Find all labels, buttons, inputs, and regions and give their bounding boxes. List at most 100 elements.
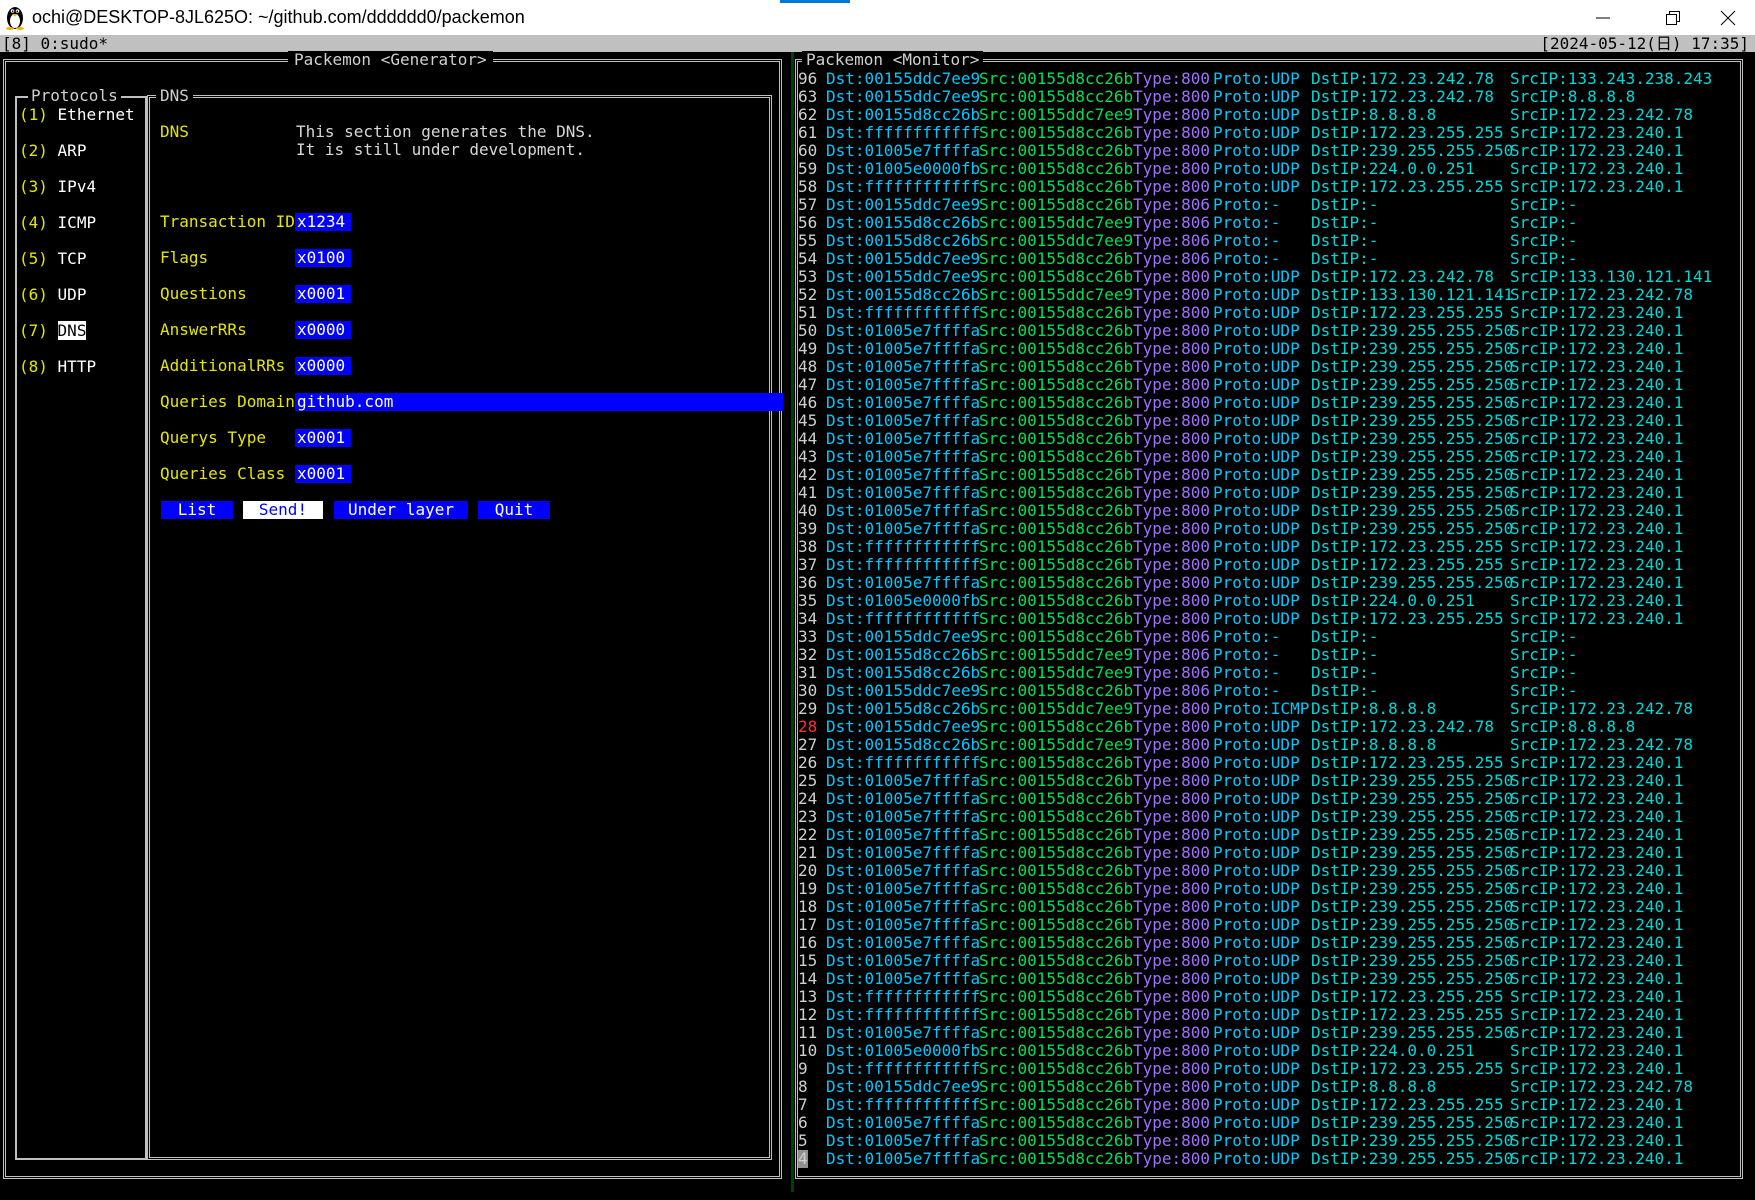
protocol-item-arp[interactable]: (2) ARP [19, 142, 86, 160]
packet-row[interactable]: 36 Dst:01005e7ffffa Src:00155d8cc26b Type:8… [798, 574, 1748, 592]
packet-row[interactable]: 25 Dst:01005e7ffffa Src:00155d8cc26b Type:8… [798, 772, 1748, 790]
restore-button[interactable] [1645, 0, 1701, 35]
packet-row[interactable]: 39 Dst:01005e7ffffa Src:00155d8cc26b Type:8… [798, 520, 1748, 538]
packet-row[interactable]: 4 Dst:01005e7ffffa Src:00155d8cc26b Type:80… [798, 1150, 1748, 1168]
packet-row[interactable]: 13 Dst:ffffffffffff Src:00155d8cc26b Type:8… [798, 988, 1748, 1006]
packet-row[interactable]: 43 Dst:01005e7ffffa Src:00155d8cc26b Type:8… [798, 448, 1748, 466]
packet-row[interactable]: 22 Dst:01005e7ffffa Src:00155d8cc26b Type:8… [798, 826, 1748, 844]
packet-row[interactable]: 29 Dst:00155d8cc26b Src:00155ddc7ee9 Type:8… [798, 700, 1748, 718]
packet-row[interactable]: 38 Dst:ffffffffffff Src:00155d8cc26b Type:8… [798, 538, 1748, 556]
packet-row[interactable]: 63 Dst:00155ddc7ee9 Src:00155d8cc26b Type:8… [798, 88, 1748, 106]
dst-ip: DstIP:172.23.255.255 [1311, 177, 1504, 196]
protocol-item-http[interactable]: (8) HTTP [19, 358, 96, 376]
protocol-item-dns[interactable]: (7) DNS [19, 321, 87, 340]
protocol-item-icmp[interactable]: (4) ICMP [19, 214, 96, 232]
packet-row[interactable]: 62 Dst:00155d8cc26b Src:00155ddc7ee9 Type:8… [798, 106, 1748, 124]
packet-row[interactable]: 18 Dst:01005e7ffffa Src:00155d8cc26b Type:8… [798, 898, 1748, 916]
packet-row[interactable]: 19 Dst:01005e7ffffa Src:00155d8cc26b Type:8… [798, 880, 1748, 898]
packet-number: 15 [798, 951, 818, 970]
send-button[interactable]: Send! [243, 501, 323, 519]
protocols-title: Protocols [28, 87, 121, 105]
packet-row[interactable]: 30 Dst:00155ddc7ee9 Src:00155d8cc26b Type:8… [798, 682, 1748, 700]
packet-row[interactable]: 14 Dst:01005e7ffffa Src:00155d8cc26b Type:8… [798, 970, 1748, 988]
packet-row[interactable]: 10 Dst:01005e0000fb Src:00155d8cc26b Type:8… [798, 1042, 1748, 1060]
tmux-window-list[interactable]: [8] 0:sudo* [2, 35, 108, 52]
packet-row[interactable]: 37 Dst:ffffffffffff Src:00155d8cc26b Type:8… [798, 556, 1748, 574]
ether-type: Type:800 [1133, 735, 1211, 754]
packet-row[interactable]: 24 Dst:01005e7ffffa Src:00155d8cc26b Type:8… [798, 790, 1748, 808]
packet-row[interactable]: 41 Dst:01005e7ffffa Src:00155d8cc26b Type:8… [798, 484, 1748, 502]
packet-row[interactable]: 20 Dst:01005e7ffffa Src:00155d8cc26b Type:8… [798, 862, 1748, 880]
packet-row[interactable]: 47 Dst:01005e7ffffa Src:00155d8cc26b Type:8… [798, 376, 1748, 394]
packet-row[interactable]: 28 Dst:00155ddc7ee9 Src:00155d8cc26b Type:8… [798, 718, 1748, 736]
packet-row[interactable]: 12 Dst:ffffffffffff Src:00155d8cc26b Type:8… [798, 1006, 1748, 1024]
ether-type: Type:800 [1133, 591, 1211, 610]
ether-type: Type:800 [1133, 1149, 1211, 1168]
close-button[interactable] [1700, 0, 1755, 35]
packet-row[interactable]: 57 Dst:00155ddc7ee9 Src:00155d8cc26b Type:8… [798, 196, 1748, 214]
packet-row[interactable]: 26 Dst:ffffffffffff Src:00155d8cc26b Type:8… [798, 754, 1748, 772]
packet-row[interactable]: 54 Dst:00155ddc7ee9 Src:00155d8cc26b Type:8… [798, 250, 1748, 268]
field-input[interactable]: x0001 [295, 429, 351, 447]
minimize-button[interactable] [1575, 0, 1631, 35]
src-ip: SrcIP:172.23.240.1 [1510, 825, 1684, 844]
under-layer-button[interactable]: Under layer [334, 501, 468, 519]
packet-row[interactable]: 6 Dst:01005e7ffffa Src:00155d8cc26b Type:80… [798, 1114, 1748, 1132]
packet-row[interactable]: 23 Dst:01005e7ffffa Src:00155d8cc26b Type:8… [798, 808, 1748, 826]
packet-row[interactable]: 55 Dst:00155d8cc26b Src:00155ddc7ee9 Type:8… [798, 232, 1748, 250]
field-input[interactable]: x0000 [295, 357, 351, 375]
packet-row[interactable]: 46 Dst:01005e7ffffa Src:00155d8cc26b Type:8… [798, 394, 1748, 412]
field-input[interactable]: x0001 [295, 465, 351, 483]
dns-description-2: It is still under development. [296, 140, 585, 159]
pane-divider[interactable] [791, 52, 794, 1192]
packet-row[interactable]: 35 Dst:01005e0000fb Src:00155d8cc26b Type:8… [798, 592, 1748, 610]
quit-button[interactable]: Quit [478, 501, 550, 519]
packet-row[interactable]: 51 Dst:ffffffffffff Src:00155d8cc26b Type:8… [798, 304, 1748, 322]
packet-row[interactable]: 53 Dst:00155ddc7ee9 Src:00155d8cc26b Type:8… [798, 268, 1748, 286]
packet-row[interactable]: 8 Dst:00155ddc7ee9 Src:00155d8cc26b Type:80… [798, 1078, 1748, 1096]
protocol-item-ipv4[interactable]: (3) IPv4 [19, 178, 96, 196]
protocol: Proto:UDP [1213, 537, 1300, 556]
packet-row[interactable]: 58 Dst:ffffffffffff Src:00155d8cc26b Type:8… [798, 178, 1748, 196]
packet-row[interactable]: 9 Dst:ffffffffffff Src:00155d8cc26b Type:80… [798, 1060, 1748, 1078]
packet-row[interactable]: 50 Dst:01005e7ffffa Src:00155d8cc26b Type:8… [798, 322, 1748, 340]
packet-row[interactable]: 96 Dst:00155ddc7ee9 Src:00155d8cc26b Type:8… [798, 70, 1748, 88]
packet-row[interactable]: 52 Dst:00155d8cc26b Src:00155ddc7ee9 Type:8… [798, 286, 1748, 304]
packet-row[interactable]: 21 Dst:01005e7ffffa Src:00155d8cc26b Type:8… [798, 844, 1748, 862]
packet-row[interactable]: 5 Dst:01005e7ffffa Src:00155d8cc26b Type:80… [798, 1132, 1748, 1150]
field-input[interactable]: x0100 [295, 249, 351, 267]
packet-list[interactable]: 96 Dst:00155ddc7ee9 Src:00155d8cc26b Type:8… [798, 70, 1748, 1170]
packet-row[interactable]: 42 Dst:01005e7ffffa Src:00155d8cc26b Type:8… [798, 466, 1748, 484]
packet-row[interactable]: 60 Dst:01005e7ffffa Src:00155d8cc26b Type:8… [798, 142, 1748, 160]
src-ip: SrcIP:172.23.240.1 [1510, 411, 1684, 430]
dst-mac: Dst:ffffffffffff [826, 303, 981, 322]
packet-row[interactable]: 27 Dst:00155d8cc26b Src:00155ddc7ee9 Type:8… [798, 736, 1748, 754]
packet-row[interactable]: 44 Dst:01005e7ffffa Src:00155d8cc26b Type:8… [798, 430, 1748, 448]
field-input[interactable]: x1234 [295, 213, 351, 231]
packet-row[interactable]: 15 Dst:01005e7ffffa Src:00155d8cc26b Type:8… [798, 952, 1748, 970]
packet-row[interactable]: 40 Dst:01005e7ffffa Src:00155d8cc26b Type:8… [798, 502, 1748, 520]
packet-row[interactable]: 34 Dst:ffffffffffff Src:00155d8cc26b Type:8… [798, 610, 1748, 628]
ether-type: Type:806 [1133, 663, 1211, 682]
dst-ip: DstIP:172.23.255.255 [1311, 609, 1504, 628]
field-input[interactable]: x0000 [295, 321, 351, 339]
packet-row[interactable]: 33 Dst:00155ddc7ee9 Src:00155d8cc26b Type:8… [798, 628, 1748, 646]
packet-row[interactable]: 56 Dst:00155d8cc26b Src:00155ddc7ee9 Type:8… [798, 214, 1748, 232]
protocol-item-udp[interactable]: (6) UDP [19, 286, 86, 304]
protocol-item-tcp[interactable]: (5) TCP [19, 250, 86, 268]
packet-row[interactable]: 48 Dst:01005e7ffffa Src:00155d8cc26b Type:8… [798, 358, 1748, 376]
packet-row[interactable]: 32 Dst:00155d8cc26b Src:00155ddc7ee9 Type:8… [798, 646, 1748, 664]
packet-row[interactable]: 49 Dst:01005e7ffffa Src:00155d8cc26b Type:8… [798, 340, 1748, 358]
protocol-item-ethernet[interactable]: (1) Ethernet [19, 106, 135, 124]
list-button[interactable]: List [161, 501, 233, 519]
packet-row[interactable]: 59 Dst:01005e0000fb Src:00155d8cc26b Type:8… [798, 160, 1748, 178]
field-input[interactable]: github.com [295, 393, 783, 411]
packet-row[interactable]: 61 Dst:ffffffffffff Src:00155d8cc26b Type:8… [798, 124, 1748, 142]
packet-row[interactable]: 17 Dst:01005e7ffffa Src:00155d8cc26b Type:8… [798, 916, 1748, 934]
field-input[interactable]: x0001 [295, 285, 351, 303]
packet-row[interactable]: 11 Dst:01005e7ffffa Src:00155d8cc26b Type:8… [798, 1024, 1748, 1042]
packet-row[interactable]: 45 Dst:01005e7ffffa Src:00155d8cc26b Type:8… [798, 412, 1748, 430]
packet-row[interactable]: 31 Dst:00155d8cc26b Src:00155ddc7ee9 Type:8… [798, 664, 1748, 682]
packet-row[interactable]: 16 Dst:01005e7ffffa Src:00155d8cc26b Type:8… [798, 934, 1748, 952]
packet-row[interactable]: 7 Dst:ffffffffffff Src:00155d8cc26b Type:80… [798, 1096, 1748, 1114]
